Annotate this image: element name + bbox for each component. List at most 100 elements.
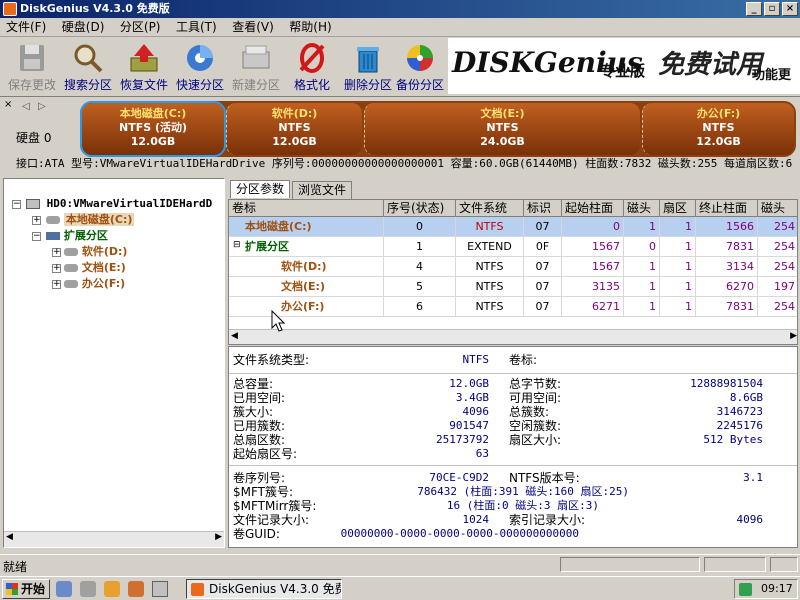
partition-block-c[interactable]: 本地磁盘(C:) NTFS (活动) 12.0GB	[80, 101, 226, 157]
new-partition-button[interactable]: 新建分区	[228, 38, 284, 94]
backup-icon	[404, 42, 436, 74]
tree-collapse-ext[interactable]: −	[32, 232, 41, 241]
tree-node-e[interactable]: 文档(E:)	[64, 260, 126, 276]
close-button[interactable]: ×	[782, 2, 798, 16]
quicklaunch-app-icon[interactable]	[128, 581, 144, 597]
scroll-left-icon[interactable]: ◀	[6, 532, 13, 542]
col-header-end-head[interactable]: 磁头	[758, 200, 797, 217]
scroll-left-icon[interactable]: ◀	[231, 331, 238, 341]
mouse-cursor-icon	[271, 310, 285, 332]
magnifier-icon	[72, 42, 104, 74]
scroll-right-icon[interactable]: ▶	[215, 532, 222, 542]
next-disk-icon[interactable]: ▷	[38, 101, 46, 112]
col-header-start-cyl[interactable]: 起始柱面	[562, 200, 624, 217]
menu-file[interactable]: 文件(F)	[0, 18, 52, 37]
grid-hscrollbar[interactable]: ◀ ▶	[229, 329, 797, 344]
tree-node-f[interactable]: 办公(F:)	[64, 276, 125, 292]
recover-files-button[interactable]: 恢复文件	[116, 38, 172, 94]
disk-icon	[26, 199, 40, 209]
menu-bar: 文件(F) 硬盘(D) 分区(P) 工具(T) 查看(V) 帮助(H)	[0, 18, 800, 37]
quicklaunch-printer-icon[interactable]	[80, 581, 96, 597]
tab-browse-files[interactable]: 浏览文件	[292, 181, 353, 199]
clock[interactable]: 09:17	[761, 582, 793, 595]
save-changes-button[interactable]: 保存更改	[4, 38, 60, 94]
col-header-index[interactable]: 序号(状态)	[384, 200, 456, 217]
tree-node-disk[interactable]: HD0:VMwareVirtualIDEHardD	[26, 196, 212, 212]
col-header-fs[interactable]: 文件系统	[456, 200, 524, 217]
table-row[interactable]: 本地磁盘(C:) 0 NTFS 07 0 1 1 1566 254	[229, 217, 797, 237]
col-header-start-head[interactable]: 磁头	[624, 200, 660, 217]
system-tray: 09:17	[734, 579, 798, 599]
save-disk-icon	[16, 42, 48, 74]
tree-expand-d[interactable]: +	[52, 248, 61, 257]
tab-partition-params[interactable]: 分区参数	[230, 180, 291, 198]
menu-view[interactable]: 查看(V)	[226, 18, 280, 37]
banner-promo: 免费试用	[658, 50, 763, 80]
quicklaunch-folder-icon[interactable]	[104, 581, 120, 597]
disk-info-strip: 接口:ATA 型号:VMwareVirtualIDEHardDrive 序列号:…	[16, 157, 793, 170]
scroll-right-icon[interactable]: ▶	[790, 331, 797, 341]
drive-icon	[64, 264, 78, 272]
tree-node-c[interactable]: 本地磁盘(C:)	[46, 212, 135, 228]
extended-partition-icon	[46, 232, 60, 240]
col-header-start-sector[interactable]: 扇区	[660, 200, 696, 217]
backup-partition-button[interactable]: 备份分区	[392, 38, 448, 94]
menu-partition[interactable]: 分区(P)	[114, 18, 167, 37]
table-row[interactable]: 文档(E:) 5 NTFS 07 3135 1 1 6270 197	[229, 277, 797, 297]
tree-expand-e[interactable]: +	[52, 264, 61, 273]
quicklaunch-ie-icon[interactable]	[56, 581, 72, 597]
promo-banner[interactable]: DISKGenius 专业版 免费试用 功能更	[448, 38, 800, 94]
tree-expand-c[interactable]: +	[32, 216, 41, 225]
drive-icon	[64, 280, 78, 288]
delete-partition-button[interactable]: 删除分区	[340, 38, 396, 94]
partition-details: 文件系统类型: NTFS 卷标: 总容量: 已用空间: 簇大小: 已用簇数: 总…	[228, 346, 798, 548]
tree-expand-f[interactable]: +	[52, 280, 61, 289]
status-text: 就绪	[3, 560, 28, 574]
partition-block-e[interactable]: 文档(E:) NTFS 24.0GB	[364, 103, 640, 155]
partition-block-d[interactable]: 软件(D:) NTFS 12.0GB	[226, 103, 362, 155]
partition-table: 卷标 序号(状态) 文件系统 标识 起始柱面 磁头 扇区 终止柱面 磁头 本地磁…	[228, 199, 798, 345]
window-title: DiskGenius V4.3.0 免费版	[20, 2, 170, 15]
diskgenius-icon	[191, 583, 204, 596]
format-icon	[296, 42, 328, 74]
partition-block-f[interactable]: 办公(F:) NTFS 12.0GB	[642, 103, 794, 155]
tree-node-d[interactable]: 软件(D:)	[64, 244, 127, 260]
menu-help[interactable]: 帮助(H)	[283, 18, 337, 37]
taskbar: 开始 DiskGenius V4.3.0 免费版 09:17	[0, 576, 800, 600]
format-button[interactable]: 格式化	[284, 38, 340, 94]
search-partition-button[interactable]: 搜索分区	[60, 38, 116, 94]
recover-files-icon	[128, 42, 160, 74]
start-button[interactable]: 开始	[2, 579, 50, 599]
title-bar: DiskGenius V4.3.0 免费版 _ ▫ ×	[0, 0, 800, 18]
tray-network-icon[interactable]	[739, 583, 752, 596]
close-diskmap-icon[interactable]: ×	[4, 99, 12, 110]
col-header-id[interactable]: 标识	[524, 200, 562, 217]
col-header-end-cyl[interactable]: 终止柱面	[696, 200, 758, 217]
trash-icon	[352, 42, 384, 74]
drive-icon	[46, 216, 60, 224]
windows-logo-icon	[6, 583, 18, 595]
status-bar: 就绪	[0, 554, 800, 574]
toolbar: 保存更改 搜索分区 恢复文件 快速分区 新建分区 格式化 删除分区 备份分区	[0, 38, 448, 94]
tree-collapse-root[interactable]: −	[12, 200, 21, 209]
taskbar-item-diskgenius[interactable]: DiskGenius V4.3.0 免费版	[186, 579, 342, 599]
col-header-label[interactable]: 卷标	[229, 200, 384, 217]
row-collapse-icon[interactable]: ⊟	[233, 240, 241, 250]
menu-tools[interactable]: 工具(T)	[170, 18, 223, 37]
table-row[interactable]: 软件(D:) 4 NTFS 07 1567 1 1 3134 254	[229, 257, 797, 277]
disk-tree: − HD0:VMwareVirtualIDEHardD + 本地磁盘(C:) −…	[3, 178, 225, 548]
new-partition-icon	[240, 42, 272, 74]
quick-partition-button[interactable]: 快速分区	[172, 38, 228, 94]
tree-node-extended[interactable]: 扩展分区	[46, 228, 108, 244]
table-row[interactable]: 扩展分区 1 EXTEND 0F 1567 0 1 7831 254	[229, 237, 797, 257]
restore-button[interactable]: ▫	[764, 2, 780, 16]
app-icon	[3, 2, 17, 16]
prev-disk-icon[interactable]: ◁	[22, 101, 30, 112]
banner-edition: 专业版	[600, 62, 646, 80]
minimize-button[interactable]: _	[746, 2, 762, 16]
drive-icon	[64, 248, 78, 256]
table-row[interactable]: 办公(F:) 6 NTFS 07 6271 1 1 7831 254	[229, 297, 797, 317]
menu-disk[interactable]: 硬盘(D)	[56, 18, 111, 37]
quicklaunch-window-icon[interactable]	[152, 581, 168, 597]
tree-hscrollbar[interactable]: ◀ ▶	[4, 531, 224, 547]
